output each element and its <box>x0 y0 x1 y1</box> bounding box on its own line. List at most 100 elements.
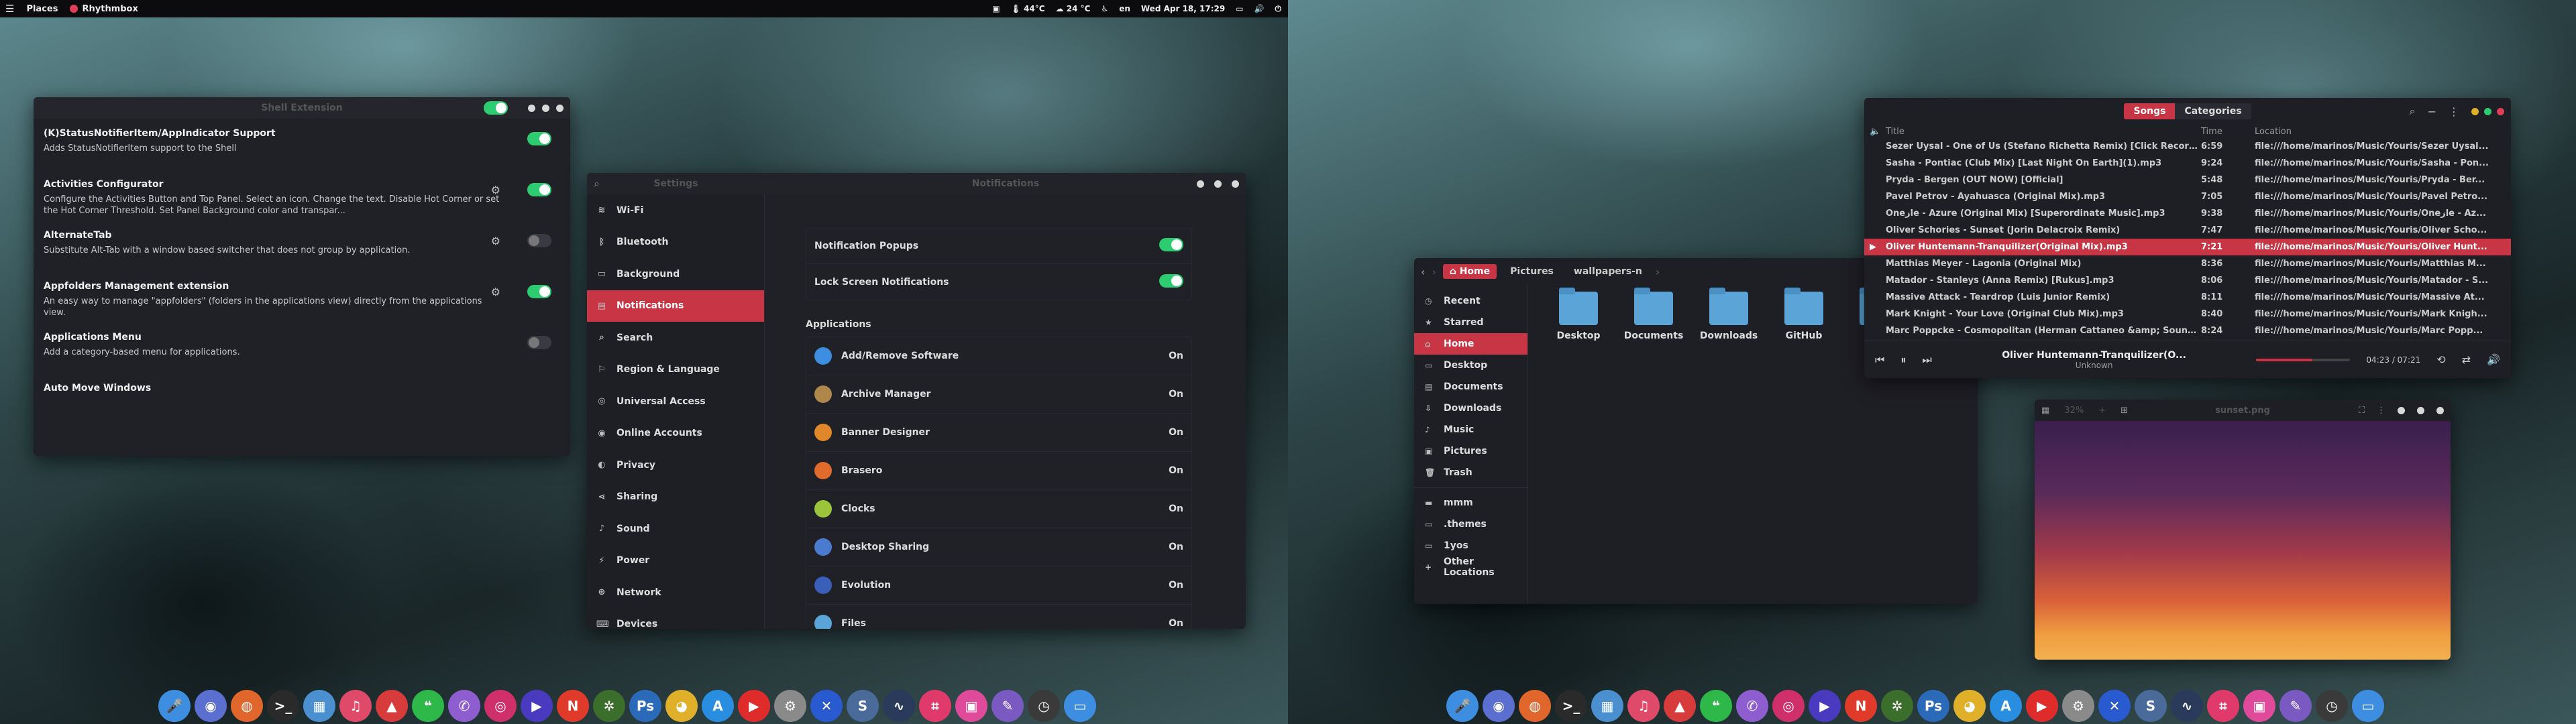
close-button[interactable] <box>2497 107 2504 115</box>
volume-icon[interactable]: 🔊 <box>2487 353 2500 366</box>
breadcrumb-wallpapers[interactable]: wallpapers-n <box>1567 266 1649 277</box>
breadcrumb-home[interactable]: ⌂ Home <box>1442 264 1497 279</box>
files-device-item[interactable]: + Other Locations <box>1414 556 1527 578</box>
extensions-master-toggle[interactable] <box>484 101 508 115</box>
power-icon[interactable]: ⏻ <box>1275 4 1282 14</box>
crop-icon[interactable]: ⌗ <box>2207 690 2239 722</box>
previous-icon[interactable]: ⏮ <box>1875 353 1884 367</box>
camera-icon[interactable]: ◎ <box>484 690 517 722</box>
firefox-icon[interactable]: ◍ <box>231 690 263 722</box>
app-menu[interactable]: Rhythmbox <box>70 4 138 14</box>
app-notification-row[interactable]: Desktop Sharing On <box>806 528 1191 566</box>
music-icon[interactable]: ♫ <box>1627 690 1660 722</box>
sidebar-item-universal-access[interactable]: ◎ Universal Access <box>587 385 764 418</box>
files-sidebar-recent[interactable]: ◷ Recent <box>1414 290 1527 312</box>
news-icon[interactable]: N <box>557 690 589 722</box>
sidebar-item-power[interactable]: ⚡ Power <box>587 545 764 577</box>
terminal-icon[interactable]: >_ <box>267 690 299 722</box>
column-title[interactable]: Title <box>1886 127 2201 137</box>
app-notification-row[interactable]: Archive Manager On <box>806 375 1191 414</box>
gear-icon[interactable]: ⚙ <box>491 184 500 196</box>
back-icon[interactable]: ‹ <box>1421 265 1425 278</box>
places-menu[interactable]: Places <box>26 4 58 14</box>
browser-icon[interactable]: ◉ <box>1483 690 1515 722</box>
song-row[interactable]: Mark Knight - Your Love (Original Club M… <box>1864 306 2511 322</box>
close-button[interactable] <box>1232 180 1239 188</box>
files-sidebar-documents[interactable]: ▤ Documents <box>1414 376 1527 398</box>
phone-icon[interactable]: ✆ <box>448 690 480 722</box>
sidebar-item-privacy[interactable]: ◐ Privacy <box>587 449 764 481</box>
song-row[interactable]: ▶ Oliver Huntemann-Tranquilizer(Original … <box>1864 239 2511 255</box>
maximize-button[interactable] <box>542 104 549 112</box>
extension-toggle[interactable] <box>527 132 551 145</box>
chrome-icon[interactable]: ◕ <box>665 690 698 722</box>
minimize-button[interactable] <box>2398 406 2405 414</box>
minimize-button[interactable] <box>2471 107 2479 115</box>
app-notification-row[interactable]: Banner Designer On <box>806 414 1191 452</box>
news-icon[interactable]: N <box>1845 690 1877 722</box>
sidebar-item-network[interactable]: ⊕ Network <box>587 577 764 609</box>
audio-icon[interactable]: ∿ <box>883 690 915 722</box>
folder-icon[interactable]: ▭ <box>2352 690 2384 722</box>
hangouts-icon[interactable]: ❝ <box>412 690 444 722</box>
settings-icon[interactable]: ⚙ <box>774 690 806 722</box>
crop-icon[interactable]: ⌗ <box>919 690 951 722</box>
pause-icon[interactable]: ⏸ <box>1900 353 1906 367</box>
extension-toggle[interactable] <box>527 183 551 196</box>
sidebar-item-wi-fi[interactable]: ≋ Wi-Fi <box>587 194 764 227</box>
close-button[interactable] <box>556 104 564 112</box>
folder-item[interactable]: GitHub <box>1767 288 1841 341</box>
video-icon[interactable]: ▶ <box>1809 690 1841 722</box>
folder-item[interactable]: Downloads <box>1692 288 1766 341</box>
xtools-icon[interactable]: ✕ <box>810 690 843 722</box>
browser-icon[interactable]: ◉ <box>195 690 227 722</box>
nautilus-icon[interactable]: ▦ <box>303 690 335 722</box>
sidebar-item-background[interactable]: ▭ Background <box>587 258 764 290</box>
sidebar-item-region-language[interactable]: ⚐ Region & Language <box>587 354 764 386</box>
inkscape-icon[interactable]: ▲ <box>1664 690 1696 722</box>
phone-icon[interactable]: ✆ <box>1736 690 1768 722</box>
song-row[interactable]: Pavel Petrov - Ayahuasca (Original Mix).… <box>1864 188 2511 205</box>
weather[interactable]: ☁ 24 °C <box>1056 4 1091 13</box>
lock-screen-toggle[interactable] <box>1159 274 1183 288</box>
maximize-button[interactable] <box>2484 107 2491 115</box>
video-icon[interactable]: ▶ <box>521 690 553 722</box>
tab-categories[interactable]: Categories <box>2175 103 2251 119</box>
youtube-icon[interactable]: ▶ <box>738 690 770 722</box>
notification-popups-toggle[interactable] <box>1159 238 1183 251</box>
chrome-icon[interactable]: ◕ <box>1953 690 1986 722</box>
terminal-icon[interactable]: >_ <box>1555 690 1587 722</box>
song-row[interactable]: Sasha - Pontiac (Club Mix) [Last Night O… <box>1864 155 2511 172</box>
photoshop-icon[interactable]: Ps <box>629 690 661 722</box>
fullscreen-icon[interactable]: ⛶ <box>2359 406 2365 416</box>
appstore-icon[interactable]: A <box>1990 690 2022 722</box>
hangouts-icon[interactable]: ❝ <box>1700 690 1732 722</box>
folder-item[interactable]: Desktop <box>1542 288 1615 341</box>
tab-songs[interactable]: Songs <box>2124 103 2176 119</box>
sidebar-item-notifications[interactable]: ▤ Notifications <box>587 290 764 322</box>
folder-icon[interactable]: ▭ <box>1064 690 1096 722</box>
sidebar-item-bluetooth[interactable]: ᛒ Bluetooth <box>587 227 764 259</box>
firefox-icon[interactable]: ◍ <box>1519 690 1551 722</box>
clock-icon[interactable]: ◷ <box>1028 690 1060 722</box>
song-row[interactable]: Pryda - Bergen (OUT NOW) [Official] 5:48 f… <box>1864 172 2511 188</box>
audio-icon[interactable]: ∿ <box>2171 690 2203 722</box>
song-row[interactable]: Matador - Stanleys (Anna Remix) [Rukus].… <box>1864 272 2511 289</box>
cpu-temp[interactable]: 🌡 44°C <box>1011 4 1045 13</box>
screenshot-icon[interactable]: ▣ <box>2243 690 2275 722</box>
sidebar-item-devices[interactable]: ⌨ Devices <box>587 609 764 629</box>
extension-toggle[interactable] <box>527 285 551 298</box>
android-icon[interactable]: ✲ <box>593 690 625 722</box>
settings-icon[interactable]: ⚙ <box>2062 690 2094 722</box>
breadcrumb-pictures[interactable]: Pictures <box>1503 266 1560 277</box>
files-device-item[interactable]: ▭ .themes <box>1414 514 1527 535</box>
progress-bar[interactable] <box>2256 358 2351 361</box>
volume-icon[interactable]: 🔊 <box>1254 4 1265 13</box>
pen-icon[interactable]: ✎ <box>991 690 1024 722</box>
song-row[interactable]: Massive Attack - Teardrop (Luis Junior R… <box>1864 289 2511 306</box>
sidebar-item-search[interactable]: ⌕ Search <box>587 322 764 354</box>
appstore-icon[interactable]: A <box>702 690 734 722</box>
accessibility-icon[interactable]: ♿ <box>1101 4 1108 13</box>
search-icon[interactable]: ⌕ <box>2410 105 2416 118</box>
pen-icon[interactable]: ✎ <box>2279 690 2312 722</box>
